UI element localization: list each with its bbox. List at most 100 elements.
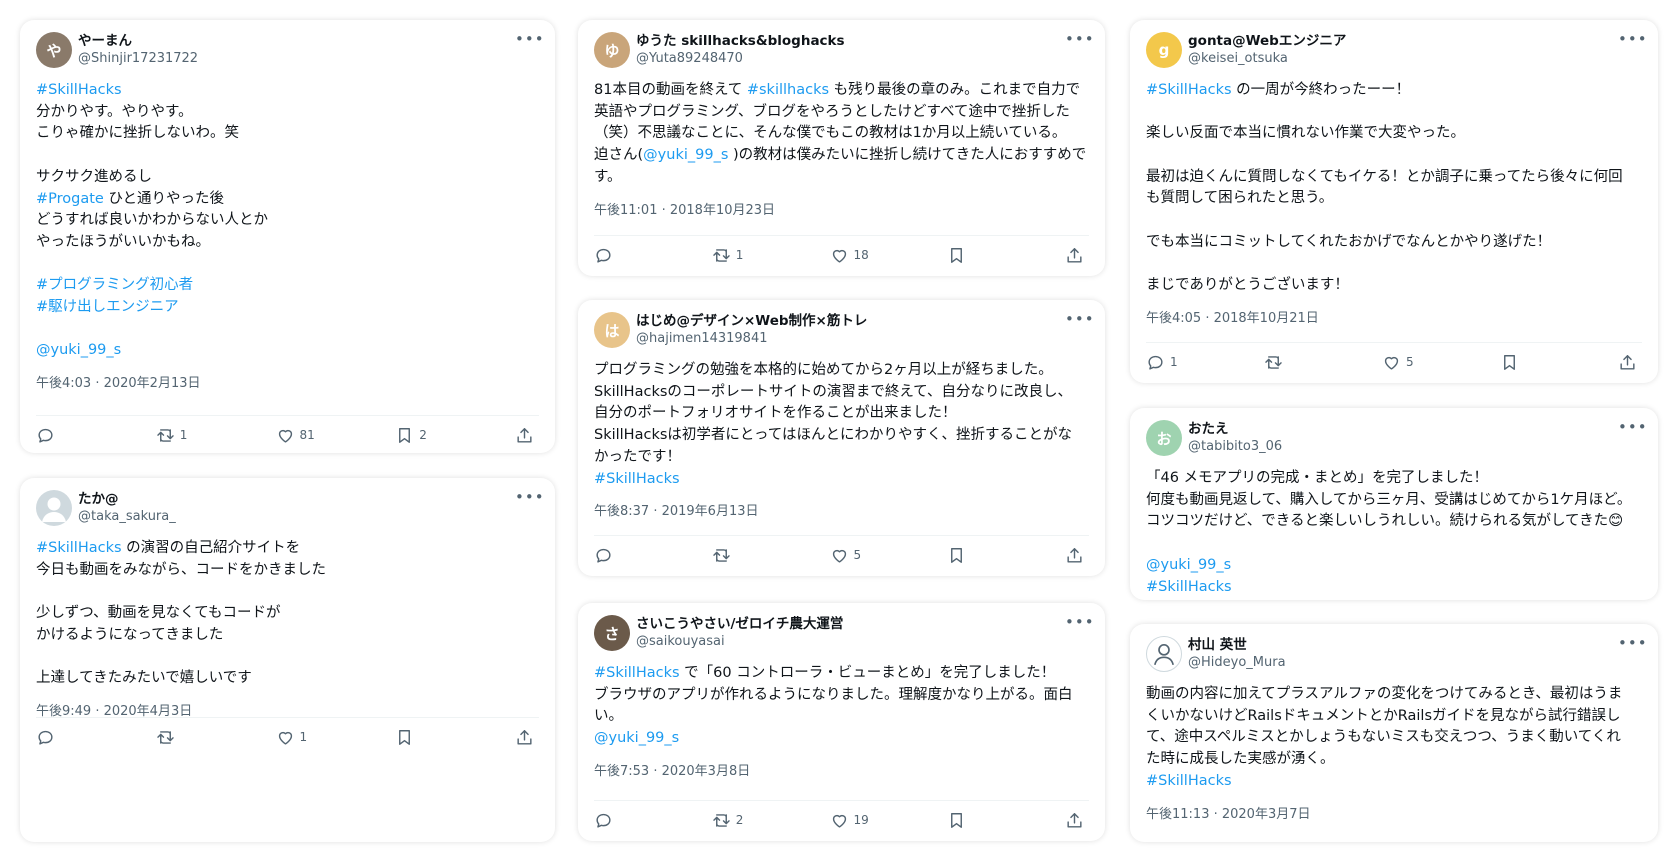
user-handle[interactable]: @keisei_otsuka bbox=[1188, 50, 1618, 68]
retweet-button[interactable]: 1 bbox=[712, 246, 772, 265]
like-button[interactable]: 18 bbox=[830, 246, 890, 265]
more-dots-icon[interactable]: ••• bbox=[1618, 420, 1647, 435]
more-dots-icon[interactable]: ••• bbox=[515, 490, 544, 505]
timestamp[interactable]: 午後4:03 · 2020年2月13日 bbox=[36, 374, 539, 394]
tweet-card-hajime[interactable]: は はじめ@デザイン×Web制作×筋トレ @hajimen14319841 ••… bbox=[578, 300, 1105, 576]
bookmark-button[interactable] bbox=[947, 546, 1007, 565]
avatar[interactable]: や bbox=[36, 32, 72, 68]
share-button[interactable] bbox=[515, 728, 539, 747]
display-name[interactable]: おたえ bbox=[1188, 420, 1618, 438]
tweet-card-taka[interactable]: たか@ @taka_sakura_ ••• #SkillHacks の演習の自己… bbox=[20, 478, 555, 842]
hashtag-link[interactable]: #SkillHacks bbox=[36, 540, 122, 556]
display-name[interactable]: 村山 英世 bbox=[1188, 636, 1618, 654]
tweet-card-yuta[interactable]: ゆ ゆうた skillhacks&bloghacks @Yuta89248470… bbox=[578, 20, 1105, 276]
reply-button[interactable] bbox=[36, 728, 96, 747]
text-line: まじでありがとうございます！ bbox=[1146, 277, 1349, 294]
avatar[interactable] bbox=[36, 490, 72, 526]
tweet-card-otae[interactable]: お おたえ @tabibito3_06 ••• 「46 メモアプリの完成・まとめ… bbox=[1130, 408, 1658, 600]
display-name[interactable]: gonta@Webエンジニア bbox=[1188, 32, 1618, 50]
like-button[interactable]: 1 bbox=[276, 728, 336, 747]
share-icon bbox=[1618, 353, 1637, 372]
bookmark-button[interactable] bbox=[947, 246, 1007, 265]
more-dots-icon[interactable]: ••• bbox=[1065, 615, 1094, 630]
user-handle[interactable]: @Hideyo_Mura bbox=[1188, 654, 1618, 672]
more-dots-icon[interactable]: ••• bbox=[1065, 312, 1094, 327]
text-span: ひと通りやった後 bbox=[103, 190, 225, 207]
tweet-text: 動画の内容に加えてプラスアルファの変化をつけてみるとき、最初はうま くいかないけ… bbox=[1146, 684, 1642, 793]
timestamp[interactable]: 午後7:53 · 2020年3月8日 bbox=[594, 762, 1089, 782]
display-name[interactable]: たか@ bbox=[78, 490, 515, 508]
retweet-button[interactable]: 2 bbox=[712, 811, 772, 830]
avatar[interactable]: お bbox=[1146, 420, 1182, 456]
share-button[interactable] bbox=[1065, 246, 1089, 265]
hashtag-link[interactable]: #skillhacks bbox=[747, 82, 829, 98]
more-dots-icon[interactable]: ••• bbox=[515, 32, 544, 47]
avatar[interactable] bbox=[1146, 636, 1182, 672]
retweet-button[interactable] bbox=[156, 728, 216, 747]
retweet-button[interactable]: 1 bbox=[156, 426, 216, 445]
avatar[interactable]: ゆ bbox=[594, 32, 630, 68]
tweet-card-yaman[interactable]: や やーまん @Shinjir17231722 ••• #SkillHacks … bbox=[20, 20, 555, 453]
bookmark-button[interactable] bbox=[1500, 353, 1560, 372]
user-handle[interactable]: @saikouyasai bbox=[636, 633, 1065, 651]
mention-link[interactable]: @yuki_99_s bbox=[1146, 557, 1231, 573]
share-button[interactable] bbox=[1065, 546, 1089, 565]
user-handle[interactable]: @taka_sakura_ bbox=[78, 508, 515, 526]
display-name[interactable]: さいこうやさい/ゼロイチ農大運営 bbox=[636, 615, 1065, 633]
mention-link[interactable]: @yuki_99_s bbox=[594, 730, 679, 746]
reply-button[interactable] bbox=[36, 426, 96, 445]
hashtag-link[interactable]: #駆け出しエンジニア bbox=[36, 299, 179, 315]
like-button[interactable]: 81 bbox=[276, 426, 336, 445]
more-dots-icon[interactable]: ••• bbox=[1065, 32, 1094, 47]
author: 村山 英世 @Hideyo_Mura bbox=[1188, 636, 1618, 672]
hashtag-link[interactable]: #SkillHacks bbox=[1146, 579, 1232, 595]
share-button[interactable] bbox=[1065, 811, 1089, 830]
bookmark-button[interactable] bbox=[395, 728, 455, 747]
hashtag-link[interactable]: #プログラミング初心者 bbox=[36, 277, 193, 293]
reply-button[interactable] bbox=[594, 811, 654, 830]
hashtag-link[interactable]: #SkillHacks bbox=[594, 665, 680, 681]
reply-button[interactable]: 1 bbox=[1146, 353, 1206, 372]
text-line: どうすれば良いかわからない人とか bbox=[36, 212, 268, 229]
share-button[interactable] bbox=[1618, 353, 1642, 372]
timestamp[interactable]: 午後11:13 · 2020年3月7日 bbox=[1146, 805, 1642, 825]
hashtag-link[interactable]: #SkillHacks bbox=[1146, 82, 1232, 98]
hashtag-link[interactable]: #SkillHacks bbox=[36, 82, 122, 98]
bookmark-button[interactable] bbox=[947, 811, 1007, 830]
display-name[interactable]: はじめ@デザイン×Web制作×筋トレ bbox=[636, 312, 1065, 330]
user-handle[interactable]: @hajimen14319841 bbox=[636, 330, 1065, 348]
user-handle[interactable]: @tabibito3_06 bbox=[1188, 438, 1618, 456]
bookmark-button[interactable]: 2 bbox=[395, 426, 455, 445]
like-button[interactable]: 5 bbox=[1382, 353, 1442, 372]
mention-link[interactable]: @yuki_99_s bbox=[643, 147, 728, 163]
user-handle[interactable]: @Shinjir17231722 bbox=[78, 50, 515, 68]
hashtag-link[interactable]: #SkillHacks bbox=[594, 471, 680, 487]
reply-button[interactable] bbox=[594, 246, 654, 265]
tweet-card-murayama[interactable]: 村山 英世 @Hideyo_Mura ••• 動画の内容に加えてプラスアルファの… bbox=[1130, 624, 1658, 842]
tweet-card-saikouyasai[interactable]: さ さいこうやさい/ゼロイチ農大運営 @saikouyasai ••• #Ski… bbox=[578, 603, 1105, 841]
display-name[interactable]: ゆうた skillhacks&bloghacks bbox=[636, 32, 1065, 50]
more-dots-icon[interactable]: ••• bbox=[1618, 636, 1647, 651]
display-name[interactable]: やーまん bbox=[78, 32, 515, 50]
text-line: やったほうがいいかもね。 bbox=[36, 233, 210, 250]
share-button[interactable] bbox=[515, 426, 539, 445]
hashtag-link[interactable]: #SkillHacks bbox=[1146, 773, 1232, 789]
tweet-card-gonta[interactable]: g gonta@Webエンジニア @keisei_otsuka ••• #Ski… bbox=[1130, 20, 1658, 383]
avatar[interactable]: は bbox=[594, 312, 630, 348]
timestamp[interactable]: 午後11:01 · 2018年10月23日 bbox=[594, 201, 1089, 221]
like-button[interactable]: 19 bbox=[830, 811, 890, 830]
reply-button[interactable] bbox=[594, 546, 654, 565]
avatar[interactable]: さ bbox=[594, 615, 630, 651]
avatar[interactable]: g bbox=[1146, 32, 1182, 68]
like-button[interactable]: 5 bbox=[830, 546, 890, 565]
tweet-header: g gonta@Webエンジニア @keisei_otsuka ••• bbox=[1146, 32, 1647, 76]
mention-link[interactable]: @yuki_99_s bbox=[36, 342, 121, 358]
user-handle[interactable]: @Yuta89248470 bbox=[636, 50, 1065, 68]
timestamp[interactable]: 午後8:37 · 2019年6月13日 bbox=[594, 502, 1089, 522]
hashtag-link[interactable]: #Progate bbox=[36, 191, 104, 207]
retweet-button[interactable] bbox=[712, 546, 772, 565]
more-dots-icon[interactable]: ••• bbox=[1618, 32, 1647, 47]
action-bar: 1 bbox=[36, 717, 539, 756]
retweet-button[interactable] bbox=[1264, 353, 1324, 372]
timestamp[interactable]: 午後4:05 · 2018年10月21日 bbox=[1146, 309, 1642, 329]
